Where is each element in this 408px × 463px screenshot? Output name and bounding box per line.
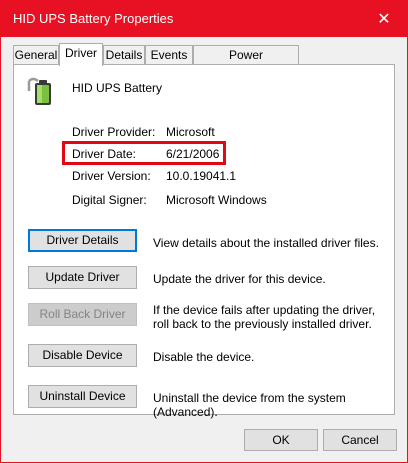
digital-signer-label: Digital Signer: bbox=[72, 193, 147, 207]
close-icon[interactable]: ✕ bbox=[361, 1, 407, 37]
properties-window: HID UPS Battery Properties ✕ General Dri… bbox=[0, 0, 408, 463]
driver-provider-value: Microsoft bbox=[166, 125, 215, 139]
ok-button[interactable]: OK bbox=[244, 429, 318, 451]
disable-device-description: Disable the device. bbox=[153, 350, 255, 364]
title-bar[interactable]: HID UPS Battery Properties ✕ bbox=[1, 1, 407, 37]
battery-icon bbox=[27, 77, 51, 105]
uninstall-device-description: Uninstall the device from the system (Ad… bbox=[153, 391, 346, 419]
device-name: HID UPS Battery bbox=[72, 81, 163, 95]
tab-events[interactable]: Events bbox=[145, 45, 193, 64]
update-driver-description: Update the driver for this device. bbox=[153, 272, 326, 286]
update-driver-button[interactable]: Update Driver bbox=[28, 266, 137, 289]
cancel-button[interactable]: Cancel bbox=[323, 429, 397, 451]
roll-back-driver-button[interactable]: Roll Back Driver bbox=[28, 303, 137, 326]
driver-provider-label: Driver Provider: bbox=[72, 125, 156, 139]
tab-general[interactable]: General bbox=[13, 45, 59, 64]
driver-details-description: View details about the installed driver … bbox=[153, 236, 379, 250]
window-title: HID UPS Battery Properties bbox=[13, 11, 174, 26]
driver-panel: HID UPS Battery Driver Provider: Microso… bbox=[13, 64, 395, 419]
driver-date-value: 6/21/2006 bbox=[166, 147, 220, 161]
tab-driver[interactable]: Driver bbox=[59, 43, 103, 66]
driver-date-label: Driver Date: bbox=[72, 147, 137, 161]
tab-details[interactable]: Details bbox=[103, 45, 145, 64]
driver-details-button[interactable]: Driver Details bbox=[28, 229, 137, 252]
tab-power-management[interactable]: Power Management bbox=[193, 45, 299, 81]
driver-version-label: Driver Version: bbox=[72, 169, 151, 183]
disable-device-button[interactable]: Disable Device bbox=[28, 344, 137, 367]
driver-version-value: 10.0.19041.1 bbox=[166, 169, 237, 183]
uninstall-device-button[interactable]: Uninstall Device bbox=[28, 385, 137, 408]
digital-signer-value: Microsoft Windows bbox=[166, 193, 267, 207]
roll-back-driver-description: If the device fails after updating the d… bbox=[153, 303, 376, 331]
